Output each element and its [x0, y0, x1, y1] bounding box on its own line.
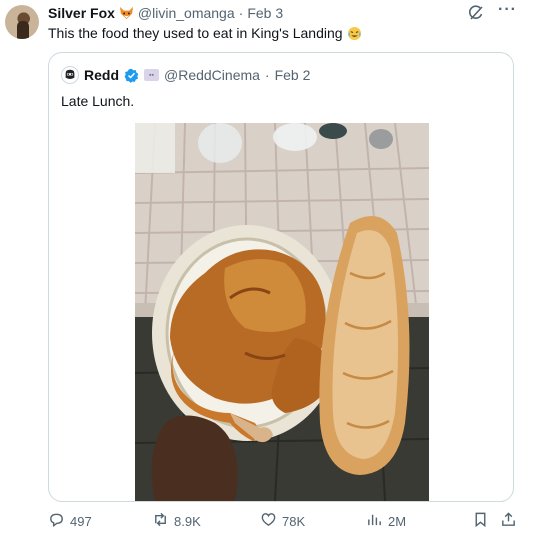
author-handle[interactable]: @livin_omanga — [138, 5, 235, 21]
repost-count: 8.9K — [174, 513, 201, 529]
repost-button[interactable]: 8.9K — [152, 511, 201, 531]
like-count: 78K — [282, 513, 306, 529]
quoted-author-avatar — [61, 66, 79, 84]
like-button[interactable]: 78K — [260, 511, 305, 531]
quoted-tweet-header: Redd ▪▪ @ReddCinema · Feb 2 — [61, 66, 310, 84]
verified-icon — [124, 68, 139, 83]
repost-icon — [152, 511, 169, 531]
bookmark-icon — [472, 511, 489, 531]
views-count: 2M — [388, 513, 407, 529]
quoted-photo[interactable] — [135, 123, 429, 501]
views-button[interactable]: 2M — [366, 511, 406, 531]
heart-icon — [260, 511, 277, 531]
tweet-text: This the food they used to eat in King's… — [48, 24, 362, 42]
fox-emoji-icon — [119, 6, 134, 20]
grok-icon[interactable] — [468, 5, 484, 21]
tweet-date[interactable]: Feb 3 — [247, 5, 283, 21]
tweet-header: Silver Fox @livin_omanga · Feb 3 — [48, 4, 283, 22]
tweet-actions: 497 8.9K 78K 2M — [48, 511, 518, 531]
views-icon — [366, 511, 383, 531]
share-button[interactable] — [500, 511, 517, 531]
quoted-tweet[interactable]: Redd ▪▪ @ReddCinema · Feb 2 Late Lunch. — [48, 52, 514, 502]
quoted-author-name: Redd — [84, 67, 119, 83]
quoted-author-handle: @ReddCinema — [164, 67, 260, 83]
separator-dot: · — [238, 5, 244, 21]
author-avatar[interactable] — [5, 5, 39, 39]
author-name[interactable]: Silver Fox — [48, 5, 115, 21]
crying-laughing-emoji-icon — [347, 26, 362, 41]
share-icon — [500, 511, 517, 531]
more-icon[interactable]: ··· — [498, 2, 516, 21]
reply-icon — [48, 511, 65, 531]
reply-count: 497 — [70, 513, 92, 529]
quoted-tweet-date: Feb 2 — [274, 67, 311, 83]
quoted-tweet-text: Late Lunch. — [61, 93, 135, 109]
tweet-top-actions: ··· — [468, 2, 516, 21]
quoted-separator-dot: · — [264, 67, 270, 83]
reply-button[interactable]: 497 — [48, 511, 92, 531]
bookmark-button[interactable] — [472, 511, 489, 531]
tweet-body: This the food they used to eat in King's… — [48, 25, 343, 41]
affiliate-badge-icon: ▪▪ — [144, 69, 159, 81]
